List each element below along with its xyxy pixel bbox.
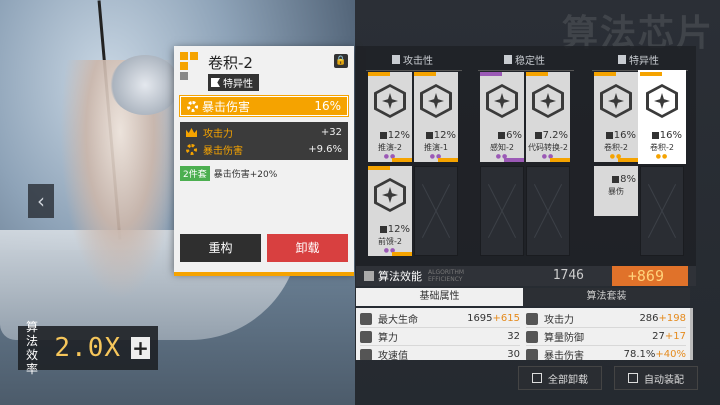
layers-icon bbox=[364, 271, 374, 281]
gear-icon bbox=[526, 348, 538, 360]
chip-detail-card: 卷积-2 特异性 🔒 暴击伤害 16% 攻击力 +32 暴击伤害 +9.6% 2… bbox=[174, 46, 354, 276]
crown-icon bbox=[186, 128, 197, 137]
unload-all-button[interactable]: 全部卸载 bbox=[518, 366, 602, 390]
shield-icon bbox=[526, 330, 538, 343]
attribute-row: 算力 32 bbox=[360, 328, 520, 346]
sub-stat-row: 攻击力 +32 bbox=[180, 124, 348, 141]
auto-equip-button[interactable]: 自动装配 bbox=[614, 366, 698, 390]
attribute-row: 算量防御 27 +17 bbox=[526, 328, 686, 346]
crown-icon bbox=[526, 312, 538, 325]
compute-icon bbox=[360, 330, 372, 343]
chip-grid-panel: 攻击性 稳定性 特异性 12% 推演-2 ●● 12% 推演-1 ●● 12% … bbox=[356, 46, 696, 268]
column-header-specialty: 特异性 bbox=[618, 52, 659, 67]
attribute-scrollbar[interactable] bbox=[690, 308, 693, 360]
tab-algorithm-set[interactable]: 算法套装 bbox=[523, 288, 690, 306]
efficiency-fill: 1746 +869 bbox=[498, 266, 688, 286]
efficiency-bonus-value: +869 bbox=[627, 267, 664, 285]
attribute-tabs: 基础属性 算法套装 bbox=[356, 288, 690, 306]
back-arrow-icon[interactable]: ‹ bbox=[28, 184, 54, 218]
chip-slot[interactable]: 8% 暴伤 bbox=[594, 166, 638, 216]
chip-slot[interactable]: 12% 推演-1 ●● bbox=[414, 72, 458, 162]
attribute-list: 最大生命 1695 +615 攻击力 286 +198 算力 32 算量防御 27 +… bbox=[356, 308, 690, 360]
efficiency-label: 算法效率 bbox=[26, 320, 39, 376]
attribute-row: 暴击伤害 78.1% +40% bbox=[526, 346, 686, 360]
empty-slot[interactable] bbox=[526, 166, 570, 256]
gear-icon bbox=[186, 144, 197, 155]
column-icon bbox=[392, 54, 400, 64]
chip-slot[interactable]: 6% 感知-2 ●● bbox=[480, 72, 524, 162]
unload-button[interactable]: 卸载 bbox=[267, 234, 348, 262]
download-icon bbox=[628, 373, 638, 383]
empty-slot[interactable] bbox=[640, 166, 684, 256]
efficiency-badge: 算法效率 2.0X + bbox=[18, 320, 158, 376]
chip-title: 卷积-2 bbox=[208, 54, 253, 72]
trash-icon bbox=[532, 373, 542, 383]
sub-stat-row: 暴击伤害 +9.6% bbox=[180, 141, 348, 158]
empty-slot[interactable] bbox=[414, 166, 458, 256]
chip-slot-selected[interactable]: 16% 卷积-2 ●● bbox=[638, 70, 686, 164]
efficiency-value: 2.0X bbox=[54, 333, 122, 363]
set-bonus: 2件套 暴击伤害+20% bbox=[180, 166, 277, 181]
column-header-stability: 稳定性 bbox=[504, 52, 545, 67]
sub-stats: 攻击力 +32 暴击伤害 +9.6% bbox=[180, 122, 348, 160]
tab-basic-attributes[interactable]: 基础属性 bbox=[356, 288, 523, 306]
chip-shape-icon bbox=[180, 52, 200, 86]
heart-icon bbox=[360, 312, 372, 325]
chip-type-tag: 特异性 bbox=[208, 74, 259, 91]
chip-slot[interactable]: 7.2% 代码转换-2 ●● bbox=[526, 72, 570, 162]
main-stat: 暴击伤害 16% bbox=[179, 95, 349, 117]
speed-icon bbox=[360, 348, 372, 360]
attribute-row: 最大生命 1695 +615 bbox=[360, 310, 520, 328]
chip-slot[interactable]: 12% 推演-2 ●● bbox=[368, 72, 412, 162]
lock-icon[interactable]: 🔒 bbox=[334, 54, 348, 68]
efficiency-bar: 算法效能 ALGORITHM EFFICIENCY 1746 +869 bbox=[356, 266, 696, 286]
attribute-row: 攻速值 30 bbox=[360, 346, 520, 360]
chip-slot[interactable]: 12% 前馈-2 ●● bbox=[368, 166, 412, 256]
column-header-attack: 攻击性 bbox=[392, 52, 433, 67]
chip-slot[interactable]: 16% 卷积-2 ●● bbox=[594, 72, 638, 162]
efficiency-subtitle: ALGORITHM EFFICIENCY bbox=[428, 269, 465, 283]
column-icon bbox=[618, 54, 626, 64]
attribute-row: 攻击力 286 +198 bbox=[526, 310, 686, 328]
gear-icon bbox=[187, 100, 198, 112]
column-icon bbox=[504, 54, 512, 64]
efficiency-title: 算法效能 bbox=[378, 270, 422, 283]
restructure-button[interactable]: 重构 bbox=[180, 234, 261, 262]
set-badge: 2件套 bbox=[180, 166, 210, 181]
flag-icon bbox=[211, 78, 220, 87]
efficiency-plus-button[interactable]: + bbox=[131, 337, 150, 359]
efficiency-base-value: 1746 bbox=[552, 268, 584, 283]
empty-slot[interactable] bbox=[480, 166, 524, 256]
